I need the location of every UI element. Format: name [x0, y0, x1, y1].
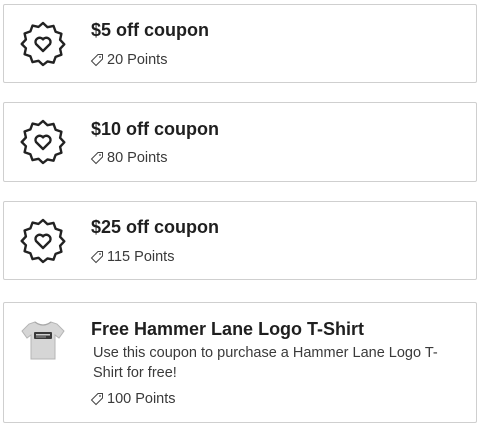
tag-icon [90, 54, 103, 67]
reward-points-label: 80 Points [107, 150, 168, 166]
reward-points-label: 20 Points [107, 52, 168, 68]
reward-title: $5 off coupon [91, 20, 209, 40]
reward-description: Use this coupon to purchase a Hammer Lan… [93, 345, 438, 381]
reward-card[interactable]: $25 off coupon 115 Points [3, 201, 477, 280]
reward-card[interactable]: $10 off coupon 80 Points [3, 102, 477, 182]
heart-badge-icon [20, 218, 66, 264]
reward-points: 20 Points [90, 51, 167, 69]
tag-icon [90, 393, 103, 406]
reward-points-label: 100 Points [107, 391, 176, 407]
tshirt-image [21, 321, 65, 360]
reward-card[interactable]: $5 off coupon 20 Points [3, 4, 477, 83]
reward-points: 80 Points [90, 149, 167, 167]
reward-title: $25 off coupon [91, 217, 220, 237]
reward-points-label: 115 Points [107, 249, 175, 265]
heart-badge-icon [20, 21, 66, 67]
reward-title: Free Hammer Lane Logo T-Shirt [91, 319, 365, 339]
tag-icon [90, 251, 103, 264]
tag-icon [90, 152, 103, 165]
reward-points: 115 Points [90, 248, 174, 266]
reward-title: $10 off coupon [91, 119, 220, 139]
reward-card[interactable]: Free Hammer Lane Logo T-Shirt Use this c… [3, 302, 477, 423]
reward-points: 100 Points [90, 390, 176, 408]
heart-badge-icon [20, 119, 66, 165]
